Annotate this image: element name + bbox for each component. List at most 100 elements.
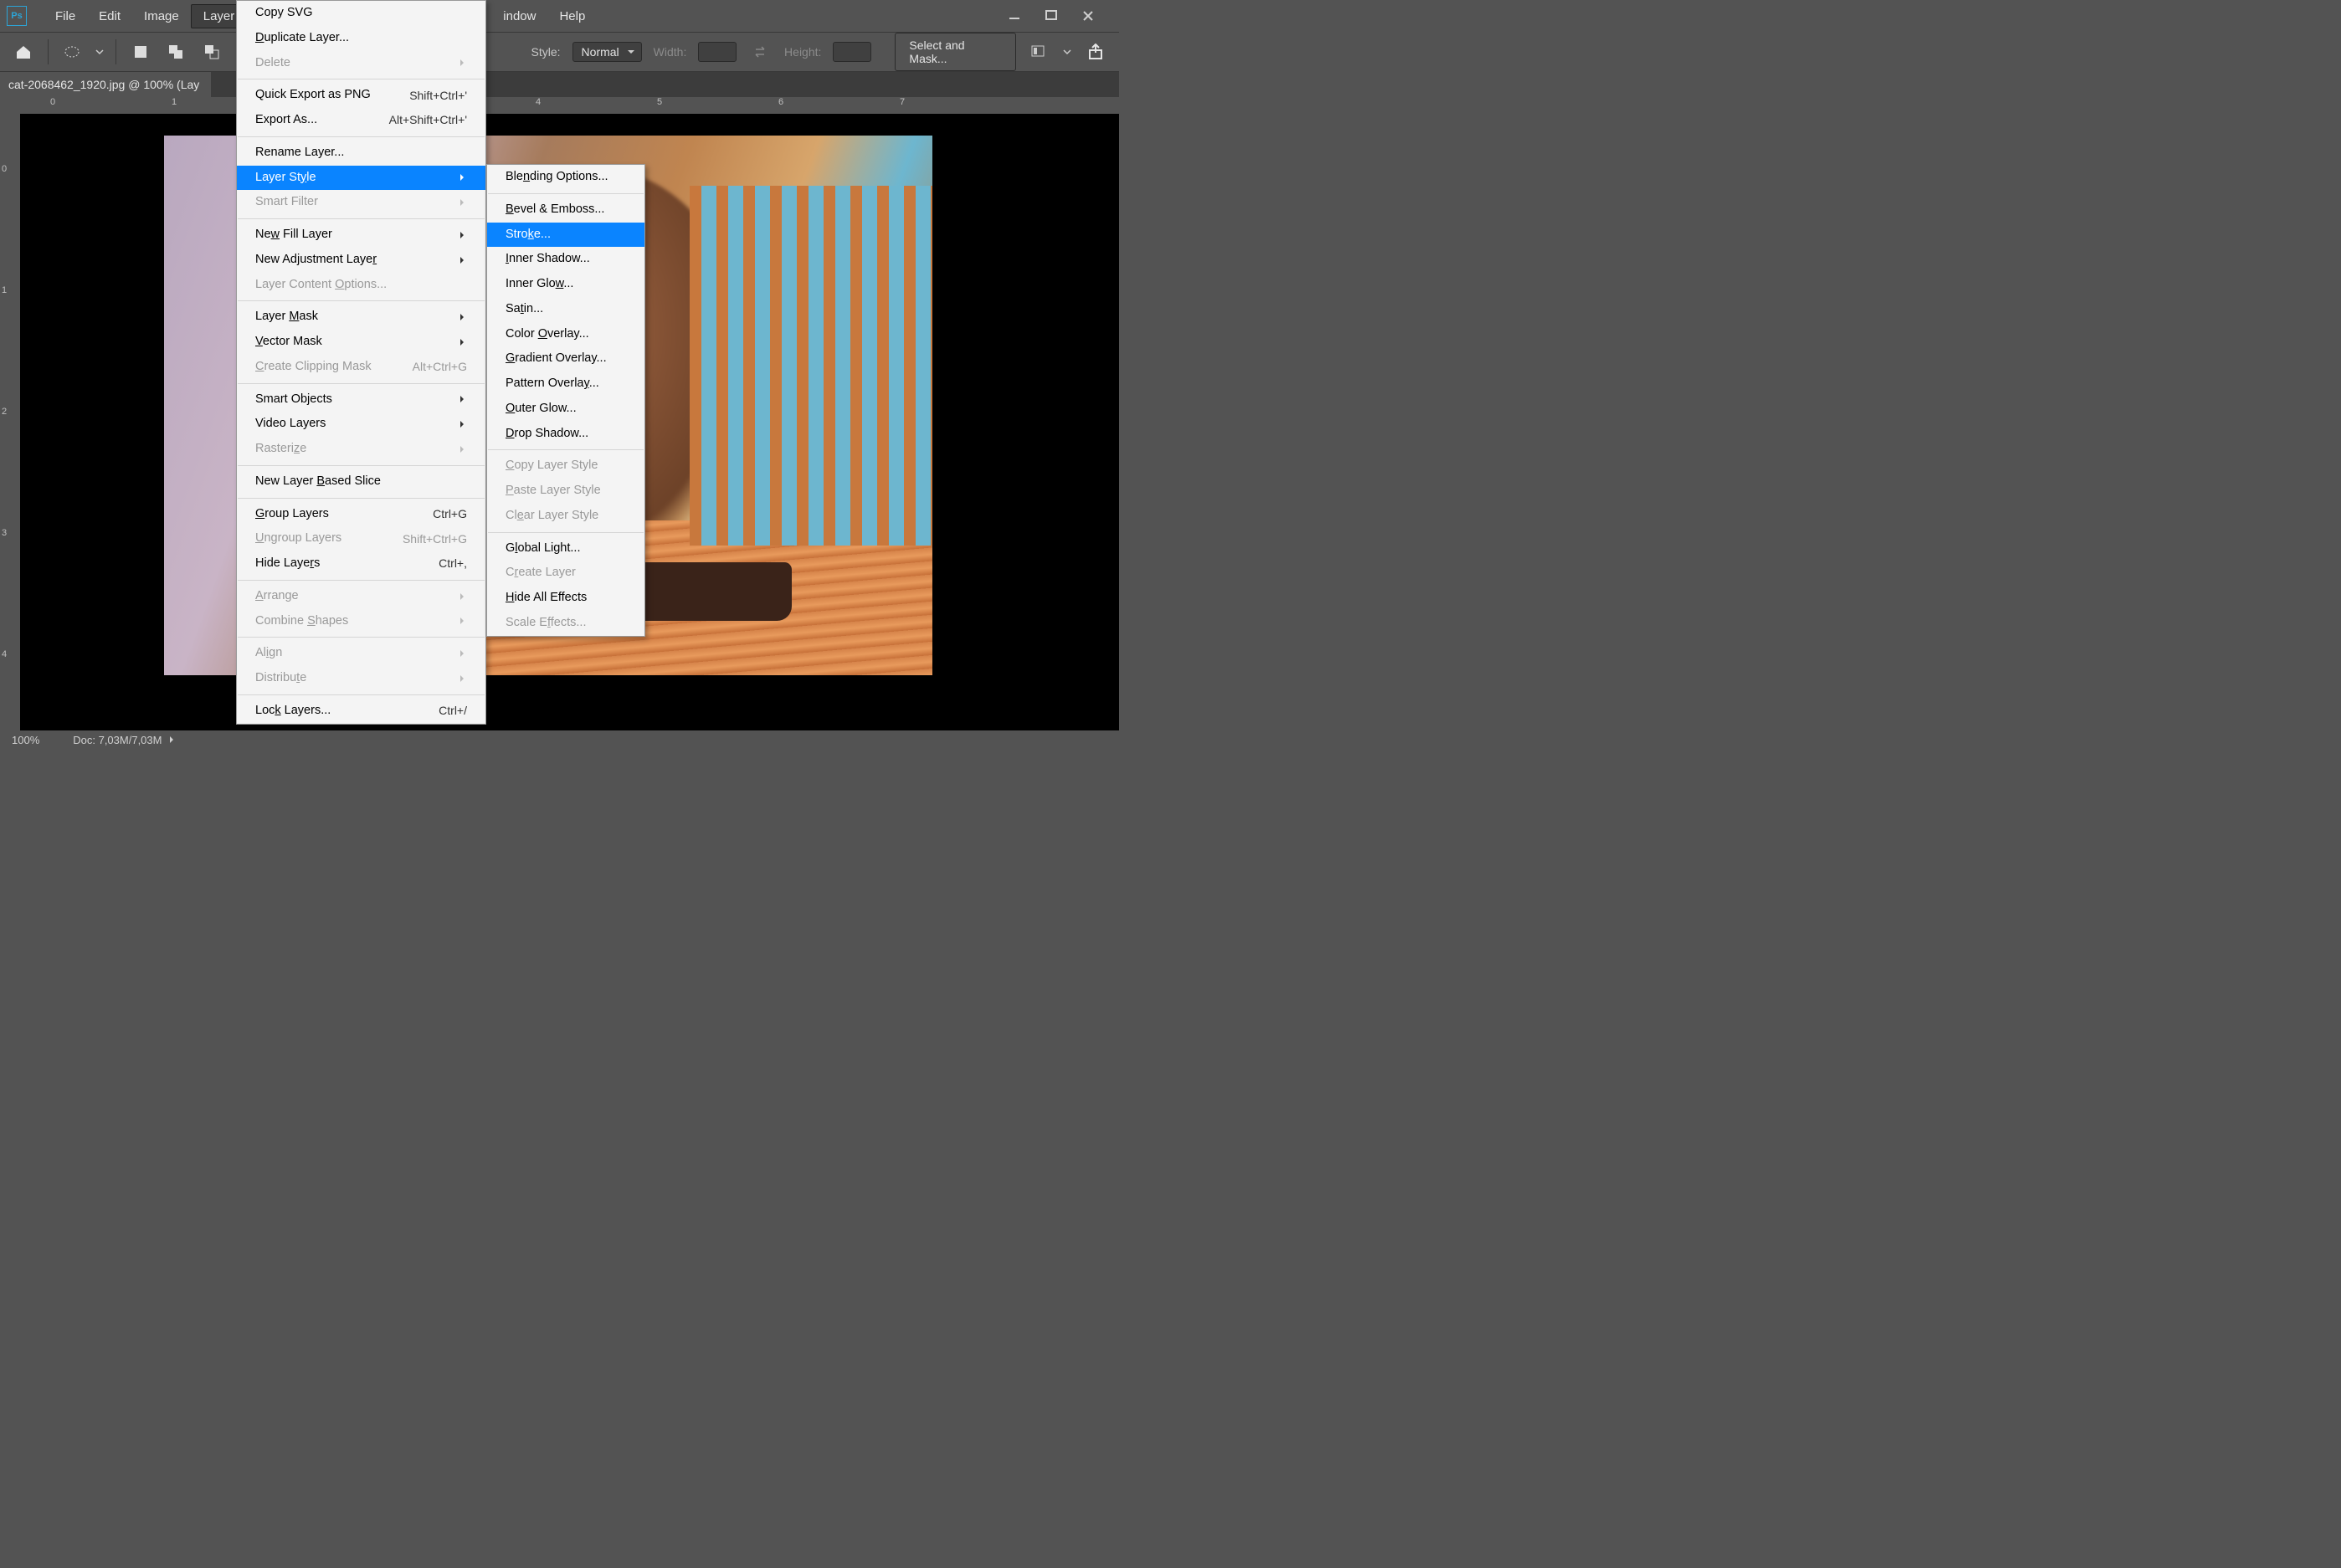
share-icon[interactable] — [1083, 39, 1107, 64]
menu-item-label: Copy Layer Style — [506, 457, 598, 475]
menu-item-label: Inner Shadow... — [506, 250, 590, 269]
menu-item[interactable]: New Fill Layer — [237, 223, 485, 248]
menu-item[interactable]: New Adjustment Layer — [237, 248, 485, 273]
menu-item[interactable]: Bevel & Emboss... — [487, 197, 644, 223]
selection-subtract-icon[interactable] — [200, 39, 224, 64]
menu-item[interactable]: Inner Glow... — [487, 272, 644, 297]
menu-item[interactable]: Layer Mask — [237, 305, 485, 330]
selection-new-icon[interactable] — [128, 39, 152, 64]
menu-item: Ungroup LayersShift+Ctrl+G — [237, 526, 485, 551]
status-arrow-icon[interactable] — [170, 736, 177, 743]
menu-item-label: New Fill Layer — [255, 226, 332, 244]
menu-item[interactable]: Layer Style — [237, 166, 485, 191]
tool-preset-chevron-icon[interactable] — [95, 45, 104, 59]
submenu-arrow-icon — [460, 421, 467, 428]
menu-item: Create Layer — [487, 561, 644, 586]
ruler-tick: 7 — [900, 97, 905, 107]
menu-shortcut: Shift+Ctrl+' — [409, 87, 467, 105]
ruler-tick: 1 — [2, 285, 7, 295]
menu-item-label: Gradient Overlay... — [506, 350, 607, 368]
menu-item[interactable]: Rename Layer... — [237, 141, 485, 166]
menu-item[interactable]: Inner Shadow... — [487, 247, 644, 272]
zoom-level[interactable]: 100% — [12, 734, 39, 746]
menu-item-label: Global Light... — [506, 540, 581, 558]
document-tab[interactable]: cat-2068462_1920.jpg @ 100% (Lay — [0, 72, 211, 97]
menu-item-label: Duplicate Layer... — [255, 29, 349, 48]
menu-item: Distribute — [237, 666, 485, 691]
height-input[interactable] — [833, 42, 871, 62]
menu-edit[interactable]: Edit — [87, 5, 132, 28]
options-bar: Style: Normal Width: Height: Select and … — [0, 32, 1119, 72]
submenu-arrow-icon — [460, 593, 467, 600]
menu-item[interactable]: New Layer Based Slice — [237, 469, 485, 494]
menu-item[interactable]: Lock Layers...Ctrl+/ — [237, 699, 485, 724]
menu-item[interactable]: Duplicate Layer... — [237, 26, 485, 51]
ruler-tick: 6 — [778, 97, 783, 107]
submenu-arrow-icon — [460, 675, 467, 682]
menu-item[interactable]: Stroke... — [487, 223, 644, 248]
menu-item[interactable]: Global Light... — [487, 536, 644, 561]
menu-item[interactable]: Satin... — [487, 297, 644, 322]
menu-item[interactable]: Hide LayersCtrl+, — [237, 551, 485, 576]
menu-item: Arrange — [237, 584, 485, 609]
menu-item[interactable]: Smart Objects — [237, 387, 485, 412]
width-label: Width: — [654, 45, 687, 59]
menu-item[interactable]: Pattern Overlay... — [487, 372, 644, 397]
height-label: Height: — [784, 45, 821, 59]
close-icon[interactable] — [1081, 8, 1096, 23]
menu-item-label: Drop Shadow... — [506, 425, 588, 443]
menu-item: Scale Effects... — [487, 611, 644, 636]
menu-item: Smart Filter — [237, 190, 485, 215]
menu-shortcut: Alt+Ctrl+G — [413, 358, 467, 376]
menu-item: Paste Layer Style — [487, 479, 644, 504]
ruler-tick: 4 — [2, 649, 7, 659]
menu-shortcut: Shift+Ctrl+G — [403, 530, 467, 548]
menu-item: Delete — [237, 51, 485, 76]
menu-item-label: Video Layers — [255, 415, 326, 433]
maximize-icon[interactable] — [1044, 8, 1059, 23]
menu-item[interactable]: Outer Glow... — [487, 397, 644, 422]
menu-item-label: Combine Shapes — [255, 612, 348, 631]
panel-chevron-icon[interactable] — [1063, 45, 1071, 59]
status-bar: 100% Doc: 7,03M/7,03M — [0, 730, 1119, 749]
menu-item-label: Stroke... — [506, 226, 551, 244]
menu-item-label: Outer Glow... — [506, 400, 577, 418]
ruler-corner — [0, 97, 20, 114]
marquee-tool-icon[interactable] — [60, 39, 85, 64]
width-input[interactable] — [698, 42, 737, 62]
menu-item[interactable]: Vector Mask — [237, 330, 485, 355]
ruler-tick: 0 — [50, 97, 55, 107]
submenu-arrow-icon — [460, 446, 467, 453]
layer-menu-dropdown: Copy SVG Duplicate Layer... Delete Quick Ex… — [236, 0, 486, 725]
panel-options-icon[interactable] — [1028, 39, 1052, 64]
selection-add-icon[interactable] — [164, 39, 188, 64]
menu-item[interactable]: Quick Export as PNGShift+Ctrl+' — [237, 83, 485, 108]
menu-item[interactable]: Drop Shadow... — [487, 422, 644, 447]
menu-shortcut: Ctrl+, — [439, 555, 467, 572]
menu-item[interactable]: Color Overlay... — [487, 322, 644, 347]
menu-window[interactable]: indow — [491, 5, 547, 28]
menu-item-label: Clear Layer Style — [506, 507, 598, 525]
menu-item-label: Satin... — [506, 300, 543, 319]
swap-dimensions-icon[interactable] — [748, 39, 773, 64]
menu-item[interactable]: Blending Options... — [487, 165, 644, 190]
menu-item: Align — [237, 641, 485, 666]
menu-item[interactable]: Video Layers — [237, 412, 485, 437]
menu-item[interactable]: Gradient Overlay... — [487, 346, 644, 372]
menu-item[interactable]: Copy SVG — [237, 1, 485, 26]
menu-item-label: Create Layer — [506, 564, 576, 582]
menu-item-label: Lock Layers... — [255, 702, 331, 720]
menu-item: Combine Shapes — [237, 609, 485, 634]
menu-help[interactable]: Help — [547, 5, 597, 28]
menu-item[interactable]: Hide All Effects — [487, 586, 644, 611]
menu-shortcut: Ctrl+G — [433, 505, 467, 523]
style-select[interactable]: Normal — [572, 42, 642, 62]
menu-file[interactable]: File — [44, 5, 87, 28]
menu-image[interactable]: Image — [132, 5, 191, 28]
minimize-icon[interactable] — [1007, 8, 1022, 23]
submenu-arrow-icon — [460, 257, 467, 264]
select-and-mask-button[interactable]: Select and Mask... — [895, 33, 1015, 71]
menu-item[interactable]: Export As...Alt+Shift+Ctrl+' — [237, 108, 485, 133]
menu-item[interactable]: Group LayersCtrl+G — [237, 502, 485, 527]
home-icon[interactable] — [12, 39, 36, 64]
